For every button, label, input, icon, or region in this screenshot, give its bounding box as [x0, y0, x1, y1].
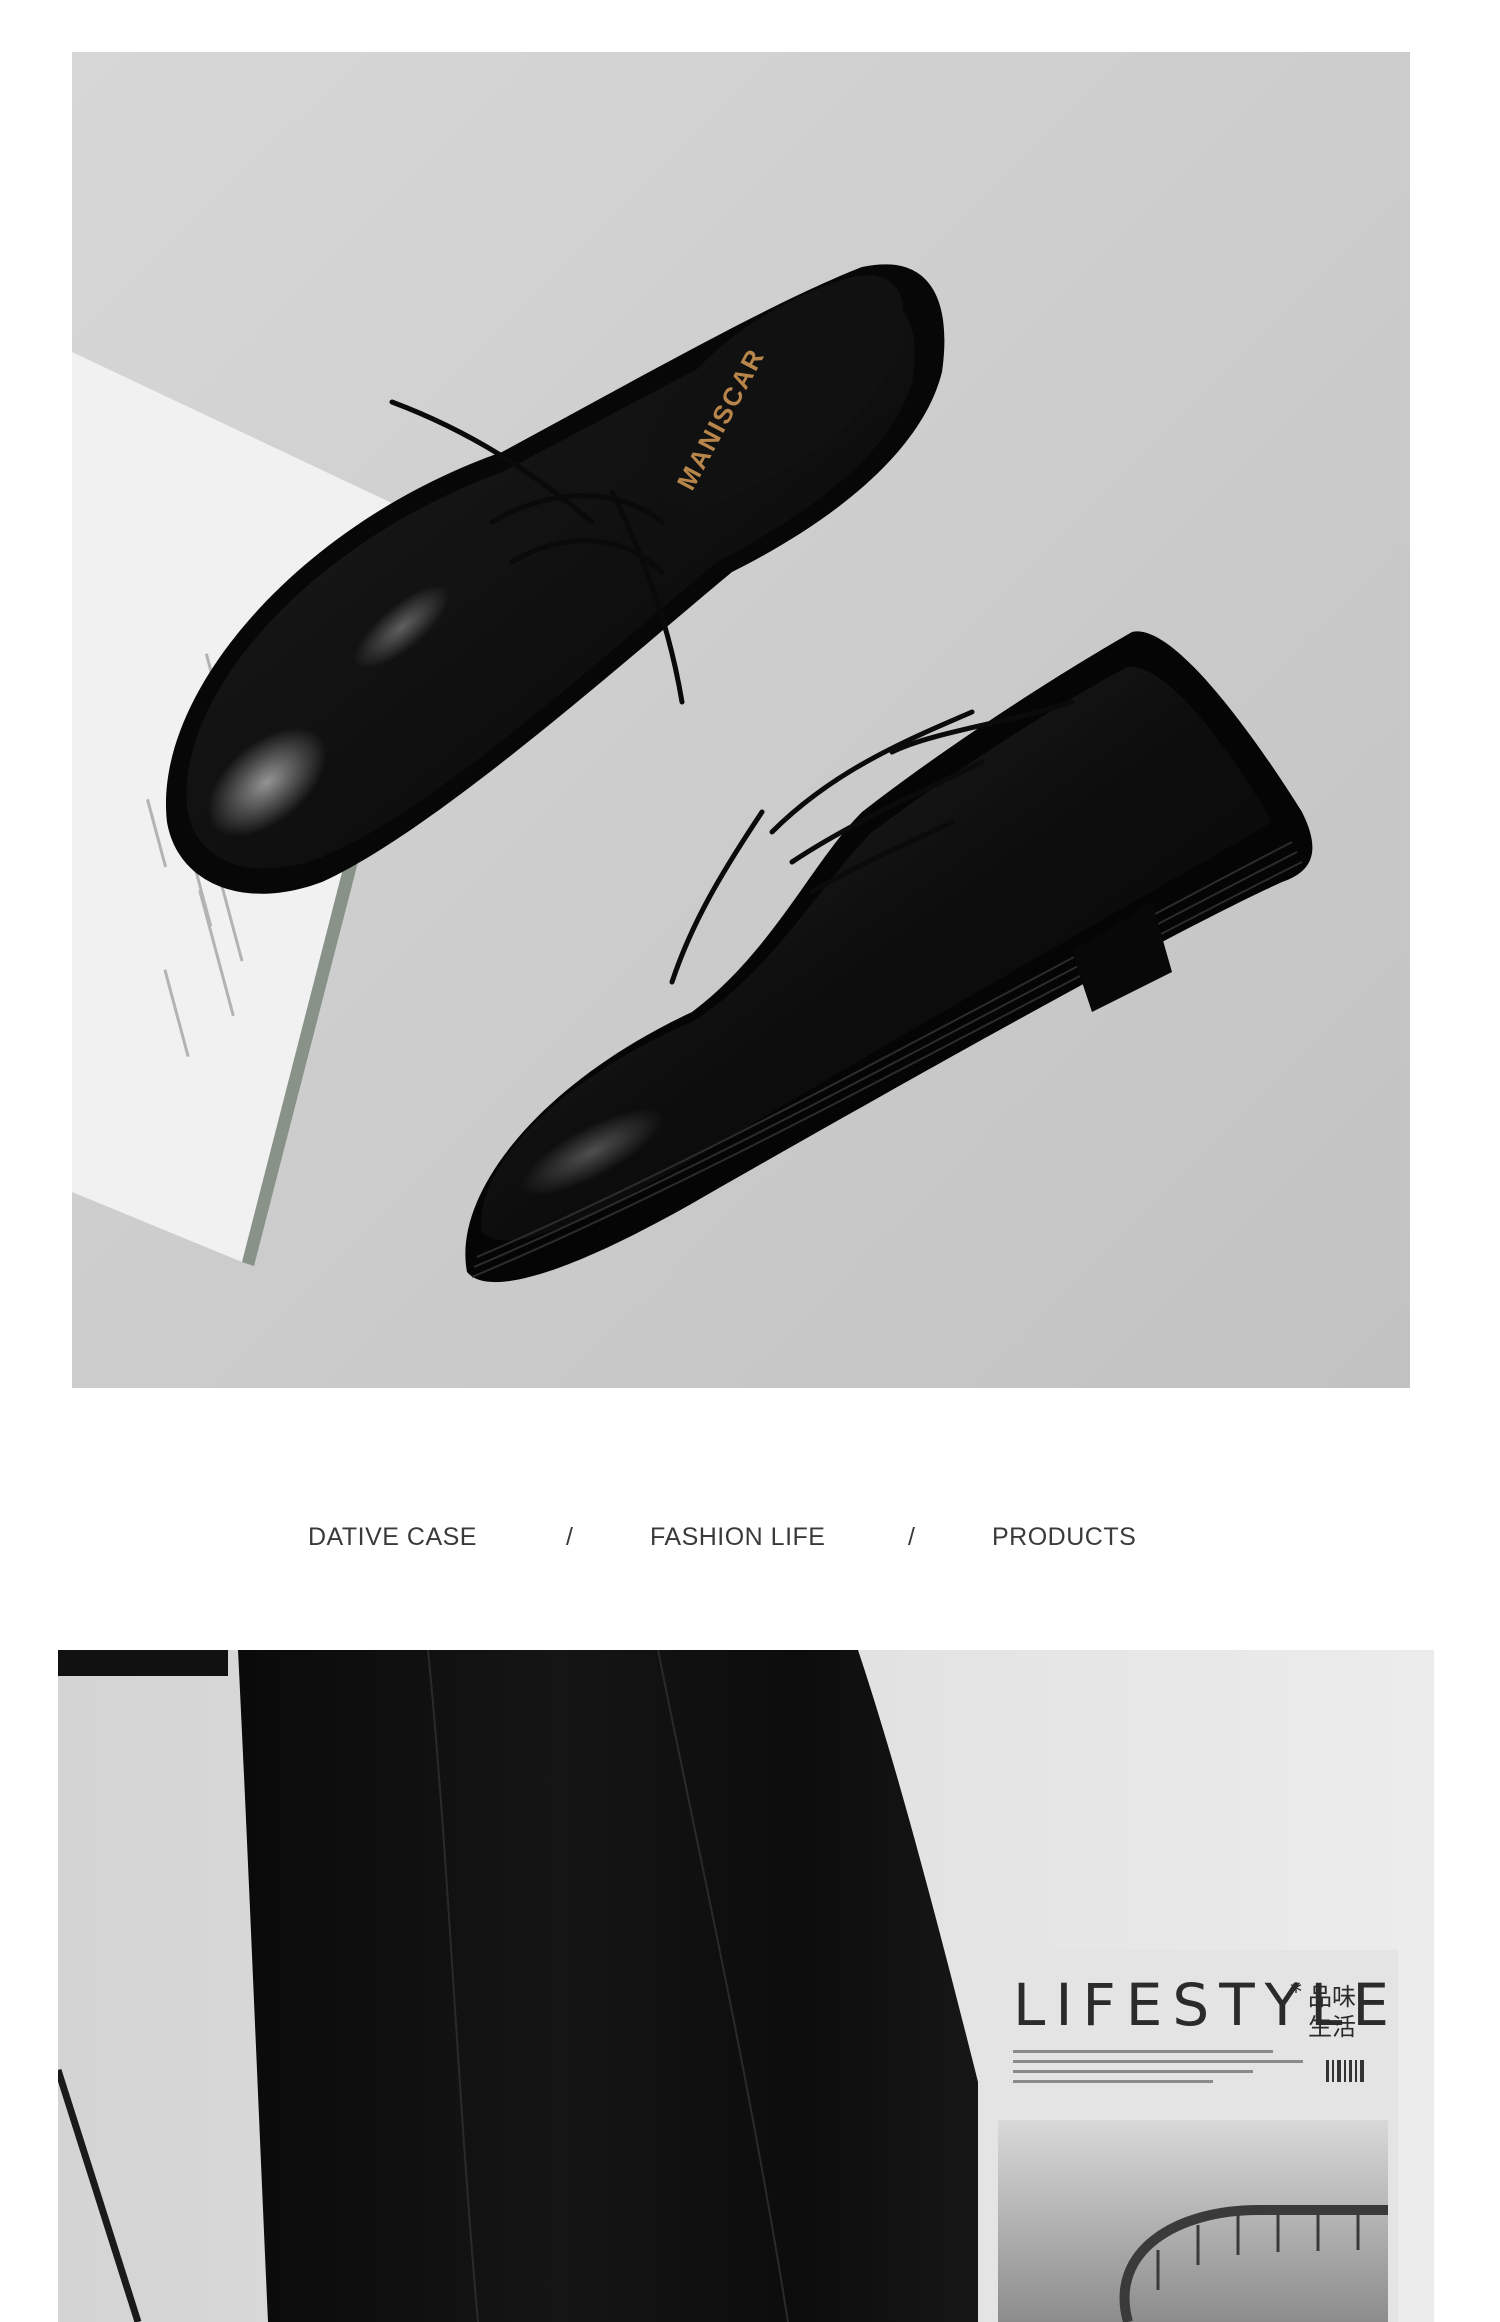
- nav-item-products: PRODUCTS: [992, 1523, 1137, 1551]
- lifestyle-magazine: LIFESTYLE * 品味 生活: [978, 1950, 1398, 2322]
- nav-item-fashion-life: FASHION LIFE: [650, 1523, 826, 1551]
- chair-edge: [58, 1650, 228, 1676]
- nav-separator: /: [908, 1523, 916, 1551]
- product-photo-top: MANISCAR: [72, 52, 1410, 1388]
- shoes-on-paper-image: MANISCAR: [72, 52, 1410, 1388]
- magazine-cjk-line2: 生活: [1308, 2013, 1356, 2041]
- nav-item-dative-case: DATIVE CASE: [308, 1523, 477, 1551]
- product-photo-bottom: LIFESTYLE * 品味 生活: [58, 1650, 1434, 2322]
- category-nav: DATIVE CASE / FASHION LIFE / PRODUCTS: [0, 1515, 1500, 1555]
- magazine-cjk-line1: 品味: [1308, 1983, 1356, 2011]
- magazine-asterisk: *: [1290, 1978, 1302, 2006]
- nav-separator: /: [566, 1523, 574, 1551]
- trousers-and-magazine-image: LIFESTYLE * 品味 生活: [58, 1650, 1434, 2322]
